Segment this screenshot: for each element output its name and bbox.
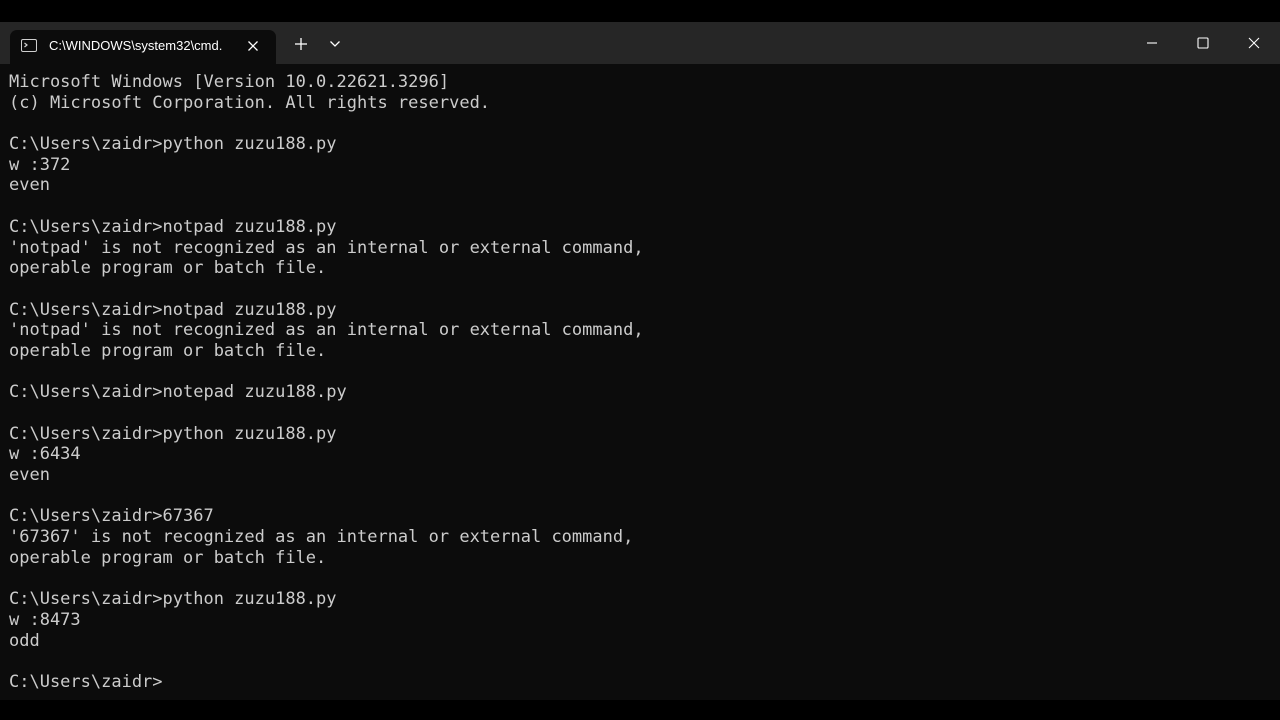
terminal-line: C:\Users\zaidr>python zuzu188.py — [9, 134, 337, 155]
tab-title: C:\WINDOWS\system32\cmd. — [49, 38, 223, 53]
terminal-line: C:\Users\zaidr>67367 — [9, 506, 214, 527]
maximize-button[interactable] — [1178, 22, 1228, 64]
terminal-line: odd — [9, 630, 40, 651]
terminal-line: '67367' is not recognized as an internal… — [9, 527, 634, 548]
terminal-line: (c) Microsoft Corporation. All rights re… — [9, 92, 491, 113]
terminal-line: 'notpad' is not recognized as an interna… — [9, 237, 644, 258]
chevron-down-icon — [330, 41, 340, 47]
terminal-lines: Microsoft Windows [Version 10.0.22621.32… — [9, 72, 644, 693]
terminal-output[interactable]: Microsoft Windows [Version 10.0.22621.32… — [0, 64, 1280, 700]
plus-icon — [295, 38, 307, 50]
tab-cmd[interactable]: C:\WINDOWS\system32\cmd. — [10, 30, 276, 64]
terminal-line: C:\Users\zaidr> — [9, 671, 163, 692]
terminal-line: operable program or batch file. — [9, 258, 327, 279]
close-tab-icon[interactable] — [245, 38, 261, 54]
terminal-line: C:\Users\zaidr>python zuzu188.py — [9, 423, 337, 444]
close-icon — [1248, 37, 1260, 49]
terminal-line: C:\Users\zaidr>notepad zuzu188.py — [9, 382, 347, 403]
bottom-letterbox — [0, 700, 1280, 720]
terminal-line: C:\Users\zaidr>notpad zuzu188.py — [9, 216, 337, 237]
terminal-line: w :8473 — [9, 609, 81, 630]
terminal-line: C:\Users\zaidr>python zuzu188.py — [9, 589, 337, 610]
terminal-line: Microsoft Windows [Version 10.0.22621.32… — [9, 72, 450, 92]
terminal-icon — [21, 39, 37, 52]
terminal-line: operable program or batch file. — [9, 547, 327, 568]
top-letterbox — [0, 0, 1280, 22]
new-tab-button[interactable] — [285, 30, 317, 58]
profiles-dropdown-button[interactable] — [319, 30, 351, 58]
terminal-window: C:\WINDOWS\system32\cmd. Microsoft Windo… — [0, 0, 1280, 720]
terminal-line: 'notpad' is not recognized as an interna… — [9, 320, 644, 341]
terminal-line: w :6434 — [9, 444, 81, 465]
terminal-line: C:\Users\zaidr>notpad zuzu188.py — [9, 299, 337, 320]
minimize-icon — [1147, 42, 1157, 44]
maximize-icon — [1197, 37, 1209, 49]
terminal-line: even — [9, 175, 50, 196]
close-window-button[interactable] — [1229, 22, 1279, 64]
terminal-line: even — [9, 465, 50, 486]
terminal-line: operable program or batch file. — [9, 340, 327, 361]
terminal-line: w :372 — [9, 154, 71, 175]
title-bar: C:\WINDOWS\system32\cmd. — [0, 22, 1280, 64]
minimize-button[interactable] — [1127, 22, 1177, 64]
